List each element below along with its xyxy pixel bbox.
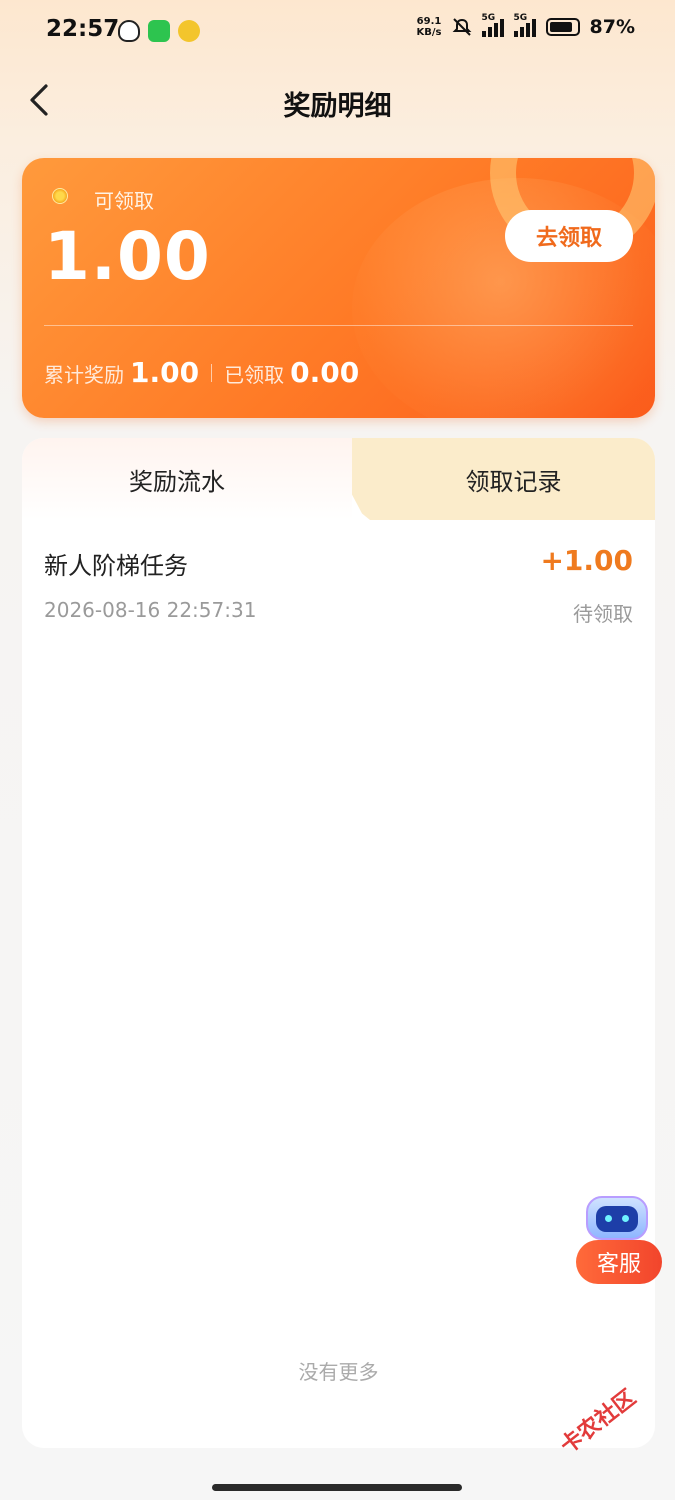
reward-summary-card: 可领取 1.00 去领取 累计奖励 1.00 已领取 0.00	[22, 158, 655, 418]
claimed-value: 0.00	[290, 356, 360, 389]
record-time: 2026-08-16 22:57:31	[44, 598, 257, 622]
status-time: 22:57	[46, 16, 120, 42]
record-amount: +1.00	[540, 544, 633, 577]
customer-service-button[interactable]: 客服	[576, 1196, 664, 1288]
claimed-label: 已领取	[224, 363, 285, 387]
wechat-icon	[148, 20, 170, 42]
record-title: 新人阶梯任务	[44, 552, 188, 580]
bell-muted-icon	[452, 18, 471, 36]
tab-claim-records[interactable]: 领取记录	[322, 438, 655, 520]
network-speed: 69.1 KB/s	[416, 16, 442, 38]
tab-bar: 领取记录 奖励流水	[22, 438, 655, 520]
signal-icon: 5G	[481, 13, 504, 37]
list-item[interactable]: 新人阶梯任务 +1.00 2026-08-16 22:57:31 待领取	[44, 544, 633, 636]
available-amount: 1.00	[44, 218, 211, 295]
divider	[44, 325, 633, 326]
notification-icons	[118, 20, 200, 42]
stat-separator	[211, 363, 213, 382]
home-indicator[interactable]	[212, 1484, 462, 1491]
page-title: 奖励明细	[283, 91, 392, 122]
qq-icon	[118, 20, 140, 42]
signal-icon: 5G	[513, 13, 536, 37]
claim-button[interactable]: 去领取	[505, 210, 633, 262]
record-status: 待领取	[573, 602, 633, 626]
list-end-text: 没有更多	[298, 1360, 379, 1384]
tab-reward-flow[interactable]: 奖励流水	[22, 438, 352, 520]
total-reward-label: 累计奖励	[44, 363, 124, 387]
weibo-icon	[178, 20, 200, 42]
battery-percent: 87%	[589, 16, 635, 38]
status-indicators: 69.1 KB/s 5G 5G 87%	[416, 13, 635, 38]
available-label: 可领取	[94, 189, 154, 213]
status-bar: 22:57 69.1 KB/s 5G 5G 87%	[0, 0, 675, 62]
nav-header: 奖励明细	[0, 70, 675, 130]
robot-icon	[586, 1196, 648, 1240]
reward-stats: 累计奖励 1.00 已领取 0.00	[44, 356, 359, 389]
records-panel: 领取记录 奖励流水 新人阶梯任务 +1.00 2026-08-16 22:57:…	[22, 438, 655, 1448]
total-reward-value: 1.00	[130, 356, 200, 389]
coin-icon	[52, 188, 68, 204]
customer-service-label: 客服	[576, 1240, 662, 1284]
battery-icon	[545, 18, 580, 36]
